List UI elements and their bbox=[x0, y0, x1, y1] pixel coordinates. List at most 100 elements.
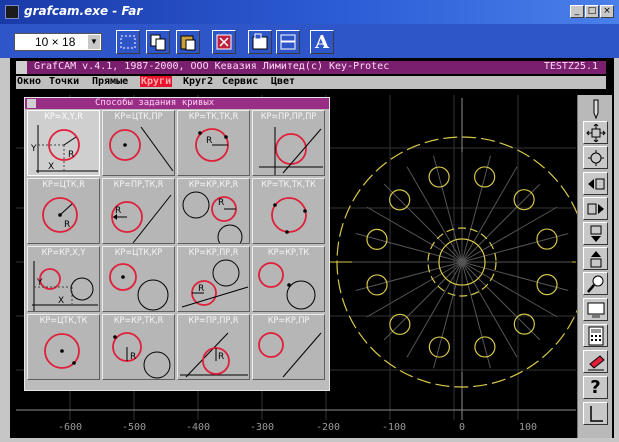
axis-tick: -100 bbox=[382, 422, 406, 433]
arrow-up-icon[interactable] bbox=[583, 247, 608, 270]
menu-bar: Окно Точки Прямые Круги Круг2 Сервис Цве… bbox=[16, 76, 606, 89]
construction-ray bbox=[383, 261, 463, 341]
method-pt-pt-r[interactable]: КР=ТК,ТК,R R bbox=[177, 110, 250, 176]
paste-icon[interactable] bbox=[176, 30, 200, 54]
properties-icon[interactable] bbox=[248, 30, 272, 54]
method-label: КР=ЦТК,ПР bbox=[114, 112, 163, 122]
pen-icon[interactable] bbox=[583, 97, 608, 120]
method-diagram: Y X R bbox=[30, 125, 98, 173]
font-icon[interactable]: A bbox=[310, 30, 334, 54]
method-label: КР=КР,ПР bbox=[267, 316, 310, 326]
axis-tick: 100 bbox=[519, 422, 537, 433]
method-circ-pt-r[interactable]: КР=КР,ТК,R R bbox=[102, 314, 175, 380]
window-titlebar: grafcam.exe - Far _ □ × bbox=[0, 0, 619, 24]
method-label: КР=ЦТК,R bbox=[42, 180, 85, 190]
close-button[interactable]: × bbox=[600, 5, 614, 18]
glyph-r: R bbox=[218, 352, 224, 362]
method-label: КР=ПР,ПР,ПР bbox=[260, 112, 317, 122]
construction-ray bbox=[461, 261, 558, 318]
mark-icon[interactable] bbox=[116, 30, 140, 54]
method-label: КР=КР,ТК,R bbox=[113, 316, 164, 326]
minimize-button[interactable]: _ bbox=[570, 5, 584, 18]
construction-ray bbox=[461, 166, 518, 263]
window-icon[interactable] bbox=[276, 30, 300, 54]
app-caption: GrafCAM v.4.1, 1987-2000, ООО Кевазия Ли… bbox=[34, 61, 390, 72]
calculator-icon[interactable] bbox=[583, 324, 608, 347]
help-icon[interactable]: ? bbox=[583, 376, 608, 399]
menu-tochki[interactable]: Точки bbox=[48, 76, 80, 87]
method-circ-x-y[interactable]: КР=КР,X,Y Y X bbox=[27, 246, 100, 312]
arrow-down-icon[interactable] bbox=[583, 222, 608, 245]
system-menu-button[interactable] bbox=[16, 61, 27, 74]
method-center-r[interactable]: КР=ЦТК,R R bbox=[27, 178, 100, 244]
arrow-left-icon[interactable] bbox=[583, 172, 608, 195]
menu-krug2[interactable]: Круг2 bbox=[182, 76, 214, 87]
construction-ray bbox=[461, 183, 541, 263]
method-diagram bbox=[44, 333, 80, 369]
method-circ-pt[interactable]: КР=КР,ТК bbox=[252, 246, 325, 312]
method-diagram: R bbox=[180, 332, 248, 378]
glyph-y: Y bbox=[30, 144, 37, 154]
method-pt-pt-pt[interactable]: КР=ТК,ТК,ТК bbox=[252, 178, 325, 244]
corner-icon[interactable] bbox=[583, 402, 608, 425]
method-xyr[interactable]: КР=X,Y,R Y X R bbox=[27, 110, 100, 176]
dialog-title: Способы задания кривых bbox=[95, 98, 215, 108]
method-label: КР=ТК,ТК,R bbox=[188, 112, 239, 122]
axis-tick: 0 bbox=[459, 422, 465, 433]
console-toolbar: 10 × 18 ▼ A bbox=[0, 24, 619, 58]
arrow-right-icon[interactable] bbox=[583, 197, 608, 220]
grafcam-workspace: -600 -500 -400 -300 -200 -100 0 100 Graf… bbox=[10, 58, 614, 438]
method-label: КР=ЦТК,ТК bbox=[39, 316, 88, 326]
method-circ-line-r[interactable]: КР=КР,ПР,R R bbox=[177, 246, 250, 312]
method-center-pt[interactable]: КР=ЦТК,ТК bbox=[27, 314, 100, 380]
glyph-r: R bbox=[218, 198, 224, 208]
dialog-close-button[interactable] bbox=[27, 99, 36, 108]
method-label: КР=ПР,ПР,R bbox=[188, 316, 239, 326]
glyph-r: R bbox=[64, 220, 70, 230]
monitor-icon[interactable] bbox=[583, 298, 608, 321]
maximize-button[interactable]: □ bbox=[585, 5, 599, 18]
copy-icon[interactable] bbox=[146, 30, 170, 54]
font-size-select[interactable]: 10 × 18 ▼ bbox=[14, 33, 102, 51]
method-circ-circ-r[interactable]: КР=КР,КР,R R bbox=[177, 178, 250, 244]
chevron-down-icon[interactable]: ▼ bbox=[88, 35, 100, 49]
window-title: grafcam.exe - Far bbox=[24, 4, 143, 18]
dialog-titlebar: Способы задания кривых bbox=[25, 98, 329, 109]
tool-strip: ? bbox=[577, 95, 612, 438]
menu-okno[interactable]: Окно bbox=[16, 76, 42, 87]
method-diagram bbox=[271, 197, 307, 234]
menu-krugi[interactable]: Круги bbox=[140, 76, 173, 87]
magnifier-icon[interactable] bbox=[583, 272, 608, 295]
method-diagram bbox=[258, 262, 316, 310]
method-circ-line[interactable]: КР=КР,ПР bbox=[252, 314, 325, 380]
glyph-y: Y bbox=[36, 278, 43, 288]
curve-methods-dialog: Способы задания кривых КР=X,Y,R Y X R КР… bbox=[24, 97, 330, 391]
fullscreen-icon[interactable] bbox=[212, 30, 236, 54]
method-line-pt-r[interactable]: КР=ПР,ТК,R R bbox=[102, 178, 175, 244]
method-diagram: R bbox=[111, 194, 172, 243]
construction-ray bbox=[461, 261, 541, 341]
construction-ray bbox=[366, 206, 463, 263]
method-center-circ[interactable]: КР=ЦТК,КР bbox=[102, 246, 175, 312]
axis-tick: -300 bbox=[250, 422, 274, 433]
method-diagram: R bbox=[182, 191, 243, 243]
method-diagram bbox=[109, 263, 169, 311]
app-titlebar: GrafCAM v.4.1, 1987-2000, ООО Кевазия Ли… bbox=[16, 61, 606, 74]
zoom-fit-icon[interactable] bbox=[583, 121, 608, 144]
method-diagram: R bbox=[195, 128, 229, 162]
method-diagram: R bbox=[42, 197, 78, 233]
method-diagram: Y X bbox=[32, 261, 98, 311]
method-diagram: R bbox=[181, 259, 249, 308]
menu-pryamye[interactable]: Прямые bbox=[91, 76, 129, 87]
method-center-line[interactable]: КР=ЦТК,ПР bbox=[102, 110, 175, 176]
menu-tsvet[interactable]: Цвет bbox=[270, 76, 296, 87]
method-label: КР=КР,ПР,R bbox=[188, 248, 239, 258]
menu-servis[interactable]: Сервис bbox=[221, 76, 259, 87]
glyph-r: R bbox=[206, 136, 212, 146]
method-line-line-line[interactable]: КР=ПР,ПР,ПР bbox=[252, 110, 325, 176]
method-diagram bbox=[259, 127, 323, 175]
zoom-in-icon[interactable] bbox=[583, 146, 608, 169]
method-label: КР=КР,X,Y bbox=[41, 248, 86, 258]
eraser-icon[interactable] bbox=[583, 350, 608, 373]
method-line-line-r[interactable]: КР=ПР,ПР,R R bbox=[177, 314, 250, 380]
